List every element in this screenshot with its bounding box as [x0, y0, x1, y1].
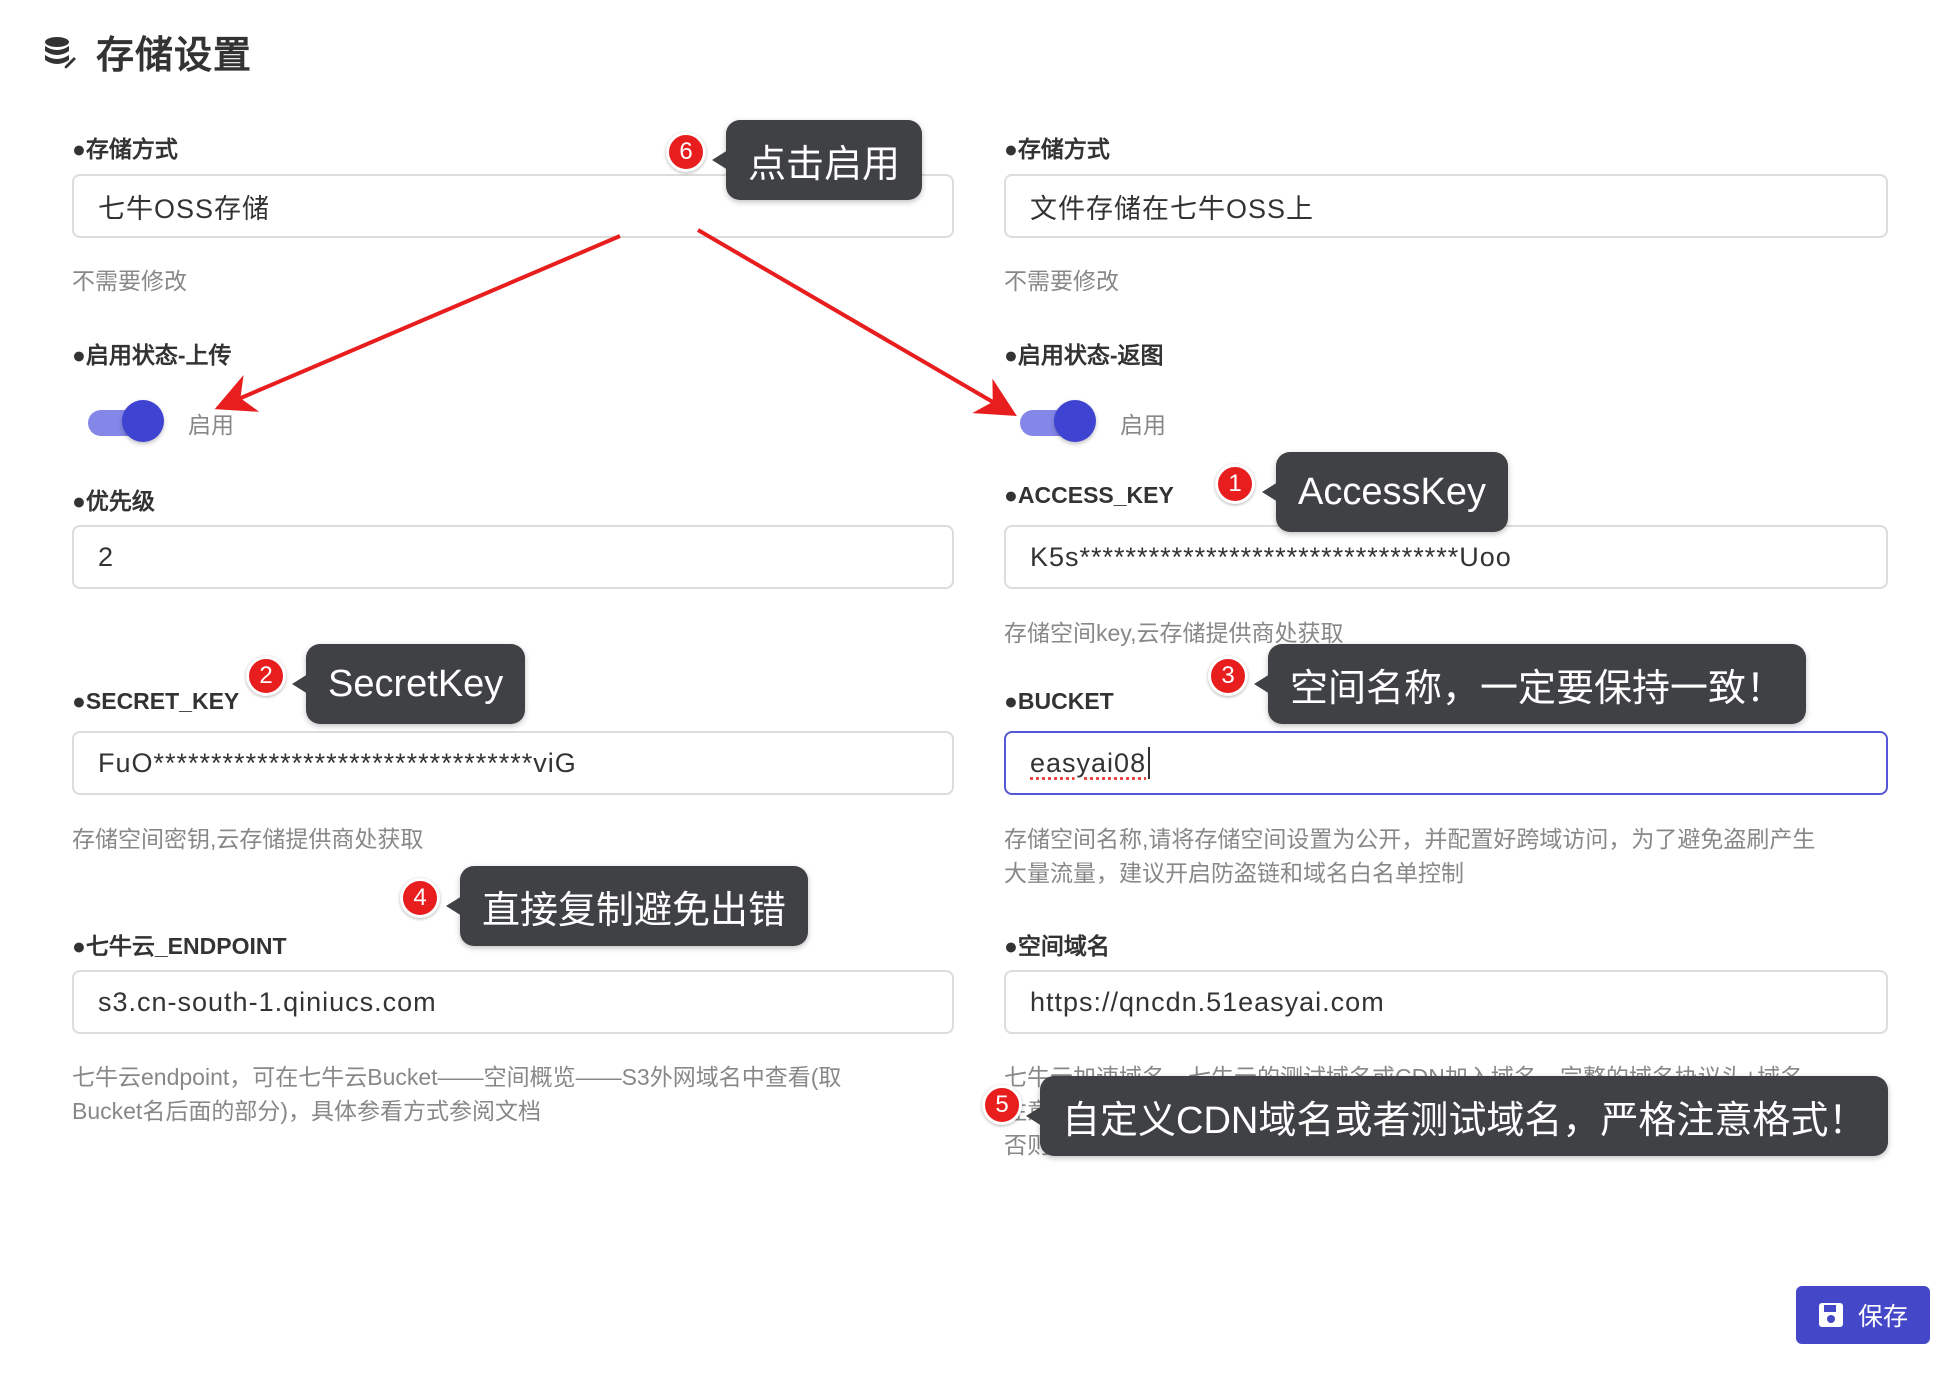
domain-input[interactable]: https://qncdn.51easyai.com [1004, 970, 1888, 1034]
access-key-value: K5s*********************************Uoo [1030, 541, 1512, 572]
return-status-label: ●启用状态-返图 [1004, 342, 1164, 368]
annotation-bubble-2: SecretKey [291, 644, 526, 724]
database-settings-icon [45, 36, 78, 70]
annotation-badge-4: 4 [400, 878, 440, 918]
secret-key-input[interactable]: FuO*********************************viG [72, 731, 954, 795]
domain-value: https://qncdn.51easyai.com [1030, 986, 1385, 1017]
secret-key-hint: 存储空间密钥,云存储提供商处获取 [72, 826, 424, 852]
endpoint-label: ●七牛云_ENDPOINT [72, 933, 287, 959]
return-status-toggle[interactable] [1020, 400, 1096, 442]
priority-input[interactable]: 2 [72, 525, 954, 589]
annotation-badge-2: 2 [246, 656, 286, 696]
annotation-bubble-1: AccessKey [1262, 452, 1508, 532]
bucket-value: easyai08 [1030, 747, 1147, 778]
annotation-badge-6: 6 [666, 132, 706, 172]
save-button-label: 保存 [1857, 1303, 1908, 1331]
storage-method-label-left: ●存储方式 [72, 136, 178, 162]
annotation-bubble-4: 直接复制避免出错 [445, 866, 809, 946]
arrow-to-return-toggle [696, 228, 1017, 417]
annotation-bubble-3: 空间名称，一定要保持一致！ [1253, 644, 1807, 724]
storage-method-input-right[interactable]: 文件存储在七牛OSS上 [1004, 174, 1888, 238]
storage-method-hint-right: 不需要修改 [1004, 268, 1119, 294]
bucket-hint-line-2: 大量流量，建议开启防盗链和域名白名单控制 [1004, 860, 1464, 886]
arrow-to-upload-toggle [214, 234, 621, 412]
upload-status-toggle[interactable] [88, 400, 164, 442]
return-status-toggle-label: 启用 [1120, 412, 1166, 438]
bucket-hint-line-1: 存储空间名称,请将存储空间设置为公开，并配置好跨域访问，为了避免盗刷产生 [1004, 826, 1816, 852]
storage-method-hint-left: 不需要修改 [72, 268, 187, 294]
page-title: 存储设置 [96, 35, 253, 77]
storage-method-value-left: 七牛OSS存储 [98, 193, 271, 224]
endpoint-value: s3.cn-south-1.qiniucs.com [98, 986, 437, 1017]
endpoint-input[interactable]: s3.cn-south-1.qiniucs.com [72, 970, 954, 1034]
domain-label: ●空间域名 [1004, 933, 1110, 959]
annotation-bubble-5: 自定义CDN域名或者测试域名，严格注意格式！ [1025, 1076, 1889, 1156]
bucket-input[interactable]: easyai08 [1004, 731, 1888, 795]
page-header: 存储设置 [42, 24, 252, 79]
floppy-disk-icon [1818, 1303, 1843, 1327]
secret-key-label: ●SECRET_KEY [72, 688, 240, 714]
bucket-hint: 存储空间名称,请将存储空间设置为公开，并配置好跨域访问，为了避免盗刷产生 大量流… [1004, 822, 1815, 890]
text-caret [1148, 747, 1151, 779]
upload-status-toggle-row: 启用 [88, 400, 234, 442]
access-key-input[interactable]: K5s*********************************Uoo [1004, 525, 1888, 589]
upload-status-toggle-label: 启用 [188, 412, 234, 438]
access-key-label: ●ACCESS_KEY [1004, 482, 1174, 508]
annotation-badge-1: 1 [1215, 464, 1255, 504]
save-button[interactable]: 保存 [1796, 1286, 1930, 1344]
priority-label: ●优先级 [72, 488, 155, 514]
endpoint-hint-line-1: 七牛云endpoint，可在七牛云Bucket——空间概览——S3外网域名中查看… [72, 1064, 842, 1090]
toggle-knob [122, 400, 164, 442]
annotation-bubble-6: 点击启用 [711, 120, 923, 200]
return-status-toggle-row: 启用 [1020, 400, 1166, 442]
annotation-badge-5: 5 [982, 1085, 1022, 1125]
upload-status-label: ●启用状态-上传 [72, 342, 232, 368]
endpoint-hint-line-2: Bucket名后面的部分)，具体参看方式参阅文档 [72, 1098, 541, 1124]
priority-value: 2 [98, 541, 115, 572]
storage-method-value-right: 文件存储在七牛OSS上 [1030, 193, 1315, 224]
toggle-knob [1054, 400, 1096, 442]
endpoint-hint: 七牛云endpoint，可在七牛云Bucket——空间概览——S3外网域名中查看… [72, 1060, 841, 1128]
annotation-badge-3: 3 [1208, 656, 1248, 696]
storage-method-label-right: ●存储方式 [1004, 136, 1110, 162]
secret-key-value: FuO*********************************viG [98, 747, 577, 778]
bucket-label: ●BUCKET [1004, 688, 1114, 714]
